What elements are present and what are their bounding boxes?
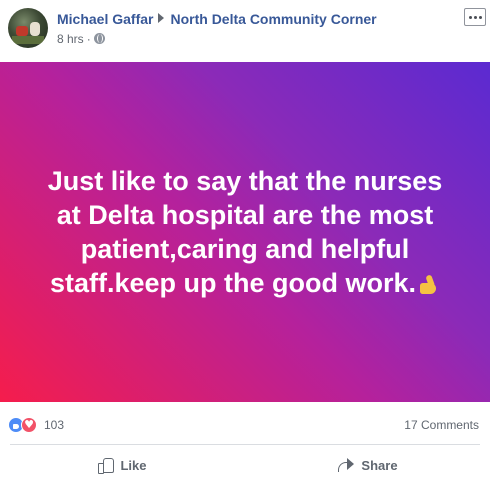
love-reaction-icon [21, 417, 37, 433]
more-options-button[interactable] [464, 8, 486, 26]
thumbs-up-emoji-icon [418, 274, 440, 296]
share-button[interactable]: Share [245, 445, 490, 485]
post-text: Just like to say that the nurses at Delt… [47, 166, 443, 298]
post-text-container: Just like to say that the nurses at Delt… [10, 164, 480, 300]
dot-icon [473, 15, 477, 19]
author-name[interactable]: Michael Gaffar [57, 11, 153, 27]
comments-count-link[interactable]: 17 Comments [404, 418, 479, 432]
author-avatar[interactable] [8, 8, 48, 48]
post-actions: Like Share [0, 445, 490, 485]
post-content-banner: Just like to say that the nurses at Delt… [0, 62, 490, 402]
like-label: Like [120, 457, 147, 473]
reaction-count[interactable]: 103 [44, 418, 64, 432]
author-line: Michael Gaffar North Delta Community Corn… [57, 11, 377, 27]
dot-icon [468, 15, 472, 19]
share-label: Share [361, 457, 398, 473]
dot-icon [478, 15, 482, 19]
post-header: Michael Gaffar North Delta Community Corn… [0, 0, 490, 62]
triangle-right-icon [158, 13, 165, 23]
group-name[interactable]: North Delta Community Corner [170, 11, 376, 27]
like-button[interactable]: Like [0, 445, 245, 485]
meta-separator: · [86, 32, 91, 46]
reaction-icons[interactable] [8, 417, 42, 433]
like-icon [98, 457, 115, 474]
globe-icon [93, 33, 105, 44]
share-icon [337, 458, 355, 472]
post-timestamp[interactable]: 8 hrs [57, 32, 84, 46]
reactions-bar: 103 17 Comments [0, 402, 490, 444]
post-meta: 8 hrs · [57, 32, 105, 46]
